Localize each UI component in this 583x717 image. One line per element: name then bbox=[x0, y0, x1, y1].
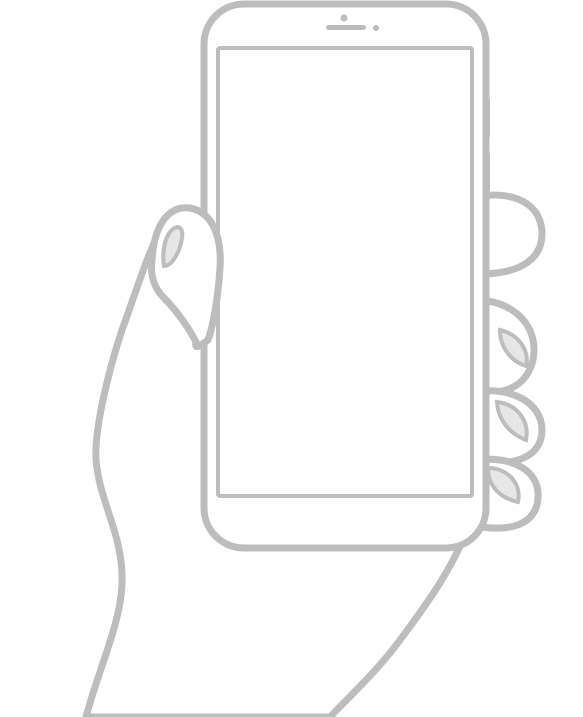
phone-screen bbox=[216, 46, 474, 498]
speaker-icon bbox=[326, 25, 366, 30]
smartphone bbox=[200, 0, 490, 552]
sensor-icon bbox=[373, 25, 379, 31]
illustration-canvas bbox=[0, 0, 583, 717]
volume-button bbox=[484, 98, 490, 138]
front-camera-icon bbox=[340, 14, 348, 22]
power-button bbox=[484, 152, 490, 192]
hand-holding-phone-illustration bbox=[82, 0, 546, 717]
